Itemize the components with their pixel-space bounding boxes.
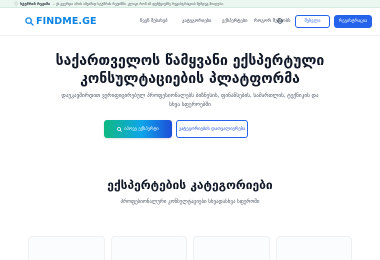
search-icon: [25, 17, 34, 26]
hero-title-line-1: საქართველოს წამყვანი ექსპერტული: [55, 53, 325, 69]
category-card[interactable]: [275, 236, 352, 260]
announcement-bar: ⓘ სტუმრის რეჟიმი – ეს გვერდი არის ამჟამა…: [0, 0, 380, 8]
logo-text: FINDME.GE: [36, 16, 97, 27]
announcement-title: სტუმრის რეჟიმი: [20, 1, 51, 6]
nav-link-experts[interactable]: ექსპერტები: [222, 19, 248, 24]
category-card[interactable]: [28, 236, 105, 260]
hero-subtitle: დაუკავშირდით ვერიფიცირებულ პროფესიონალებ…: [61, 93, 319, 108]
hero-title: საქართველოს წამყვანი ექსპერტული კონსულტა…: [0, 52, 380, 88]
search-icon: [117, 126, 123, 132]
announcement-text: – ეს გვერდი არის ამჟამად სტუმრის რეჟიმში…: [53, 1, 224, 6]
nav-link-categories[interactable]: კატეგორიები: [182, 19, 211, 24]
category-cards: [28, 236, 352, 260]
category-card[interactable]: [110, 236, 187, 260]
nav-link-about[interactable]: ჩვენ შესახებ: [140, 19, 168, 24]
site-logo[interactable]: FINDME.GE: [25, 16, 97, 27]
nav-link-how-it-works[interactable]: როგორ მუშაობს: [254, 19, 291, 24]
categories-section-subtitle: პროფესიონალური კონსულტაციები სხვადასხვა …: [120, 199, 260, 205]
browse-categories-button[interactable]: კატეგორიების დათვალიერება: [176, 120, 248, 138]
register-button[interactable]: რეგისტრაცია: [334, 15, 372, 28]
category-card[interactable]: [193, 236, 270, 260]
login-button[interactable]: შესვლა: [295, 15, 330, 28]
info-icon: ⓘ: [14, 0, 18, 6]
hero-title-line-2: კონსულტაციების პლატფორმა: [80, 71, 300, 87]
top-navigation: FINDME.GE ჩვენ შესახებ კატეგორიები ექსპე…: [0, 9, 380, 36]
find-expert-button[interactable]: იპოვე ექსპერტი: [104, 120, 172, 138]
find-expert-label: იპოვე ექსპერტი: [124, 126, 159, 132]
globe-icon[interactable]: [277, 18, 283, 24]
categories-section-title: ექსპერტების კატეგორიები: [107, 178, 273, 192]
